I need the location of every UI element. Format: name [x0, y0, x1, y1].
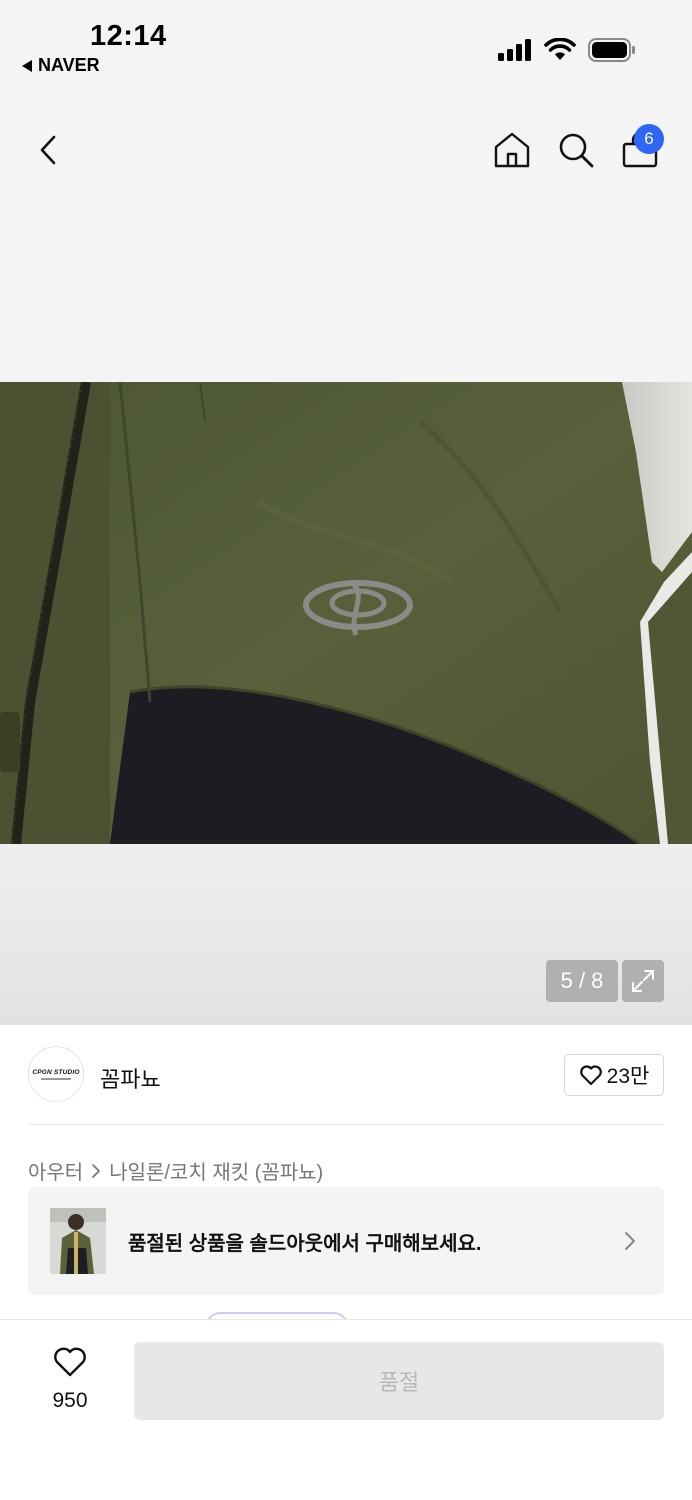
image-page-indicator: 5 / 8 [546, 960, 618, 1002]
home-icon[interactable] [490, 128, 534, 172]
seller-logo-text: CPGN STUDIO [32, 1068, 80, 1076]
battery-icon [588, 38, 635, 62]
breadcrumb-category[interactable]: 아우터 [28, 1156, 83, 1185]
category-breadcrumb: 아우터 나일론/코치 재킷 (꼼파뇨) [28, 1156, 323, 1185]
bottom-action-bar: 950 품절 [0, 1319, 692, 1500]
jacket-closeup-image [0, 382, 692, 844]
product-image-gallery[interactable]: 5 / 8 [0, 210, 692, 1025]
heart-outline-icon [54, 1347, 86, 1377]
seller-name[interactable]: 꼼파뇨 [100, 1062, 161, 1094]
cart-count-badge: 6 [634, 124, 664, 154]
banner-text: 품절된 상품을 솔드아웃에서 구매해보세요. [128, 1233, 482, 1255]
top-navigation-bar [0, 90, 692, 210]
heart-outline-icon [579, 1065, 602, 1086]
section-divider [28, 1124, 664, 1125]
chevron-right-icon [625, 1232, 635, 1250]
chevron-right-icon [92, 1163, 101, 1178]
expand-icon [632, 970, 654, 992]
wishlist-button[interactable]: 950 [40, 1346, 100, 1413]
store-like-count: 23만 [606, 1065, 650, 1088]
system-icons [498, 38, 636, 62]
status-time: 12:14 [90, 20, 167, 52]
back-app-label: NAVER [38, 55, 100, 75]
soldout-button[interactable]: 품절 [134, 1342, 664, 1420]
store-like-button[interactable]: 23만 [564, 1054, 664, 1096]
search-icon[interactable] [554, 128, 598, 172]
soldout-resale-banner[interactable]: 품절된 상품을 솔드아웃에서 구매해보세요. [28, 1187, 664, 1295]
breadcrumb-subcategory[interactable]: 나일론/코치 재킷 (꼼파뇨) [109, 1156, 323, 1185]
wishlist-count: 950 [52, 1389, 88, 1412]
seller-info-row: CPGN STUDIO 꼼파뇨 23만 [28, 1046, 664, 1106]
status-bar: 12:14 NAVER [0, 0, 692, 90]
back-triangle-icon [22, 59, 32, 72]
back-to-app-link[interactable]: NAVER [22, 55, 100, 76]
product-photo [0, 382, 692, 844]
back-arrow-icon[interactable] [30, 130, 70, 170]
seller-logo[interactable]: CPGN STUDIO [28, 1046, 84, 1102]
seller-logo-underline [41, 1077, 71, 1080]
fullscreen-button[interactable] [622, 960, 664, 1002]
cellular-signal-icon [498, 39, 531, 61]
wifi-icon [544, 38, 576, 60]
banner-thumbnail [50, 1208, 106, 1274]
